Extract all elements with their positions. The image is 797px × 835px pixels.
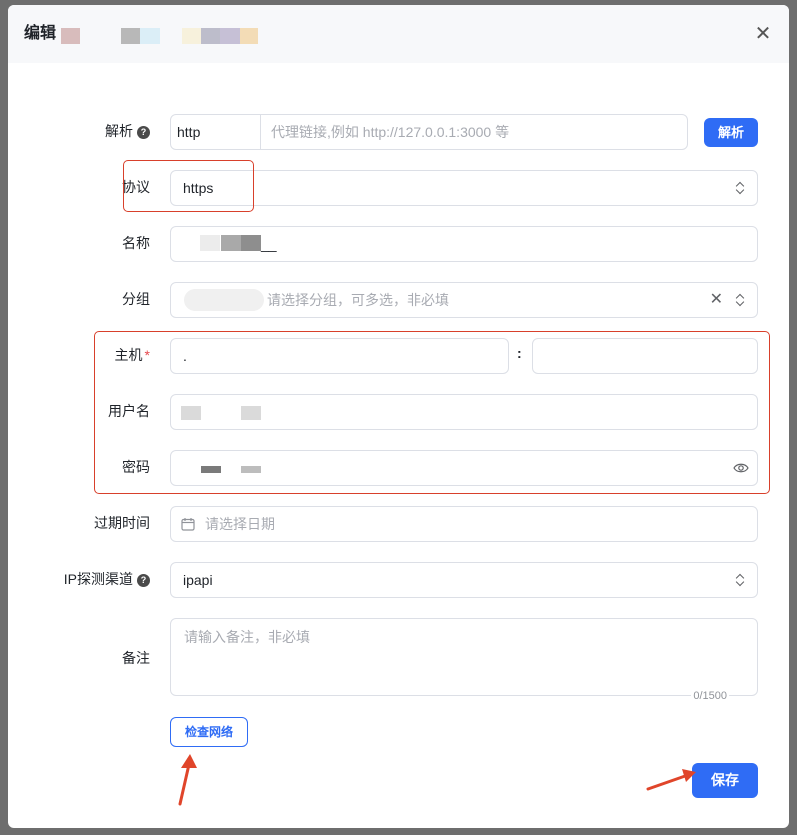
group-select[interactable]: 请选择分组，可多选，非必填 ✕ bbox=[170, 282, 758, 318]
annotation-arrow-check bbox=[178, 754, 197, 806]
redacted-block bbox=[220, 28, 240, 44]
remark-label: 备注 bbox=[122, 650, 150, 666]
redacted-block bbox=[182, 28, 201, 44]
parse-input-group: http 代理链接,例如 http://127.0.0.1:3000 等 bbox=[170, 114, 688, 150]
redacted-block bbox=[121, 28, 140, 44]
group-placeholder: 请选择分组，可多选，非必填 bbox=[267, 292, 449, 308]
remark-placeholder: 请输入备注，非必填 bbox=[184, 629, 310, 645]
redacted-block bbox=[61, 28, 80, 44]
name-input[interactable]: __ bbox=[170, 226, 758, 262]
close-icon[interactable]: ✕ bbox=[751, 22, 775, 46]
annotation-box-credentials bbox=[94, 331, 770, 494]
group-label: 分组 bbox=[122, 291, 150, 307]
chevron-updown-icon bbox=[735, 181, 745, 195]
parse-button[interactable]: 解析 bbox=[704, 118, 758, 147]
protocol-select[interactable]: https bbox=[170, 170, 758, 206]
redacted-block bbox=[200, 235, 220, 251]
check-network-button[interactable]: 检查网络 bbox=[170, 717, 248, 747]
redacted-block bbox=[140, 28, 160, 44]
expire-date-picker[interactable]: 请选择日期 bbox=[170, 506, 758, 542]
parse-prefix[interactable]: http bbox=[171, 115, 261, 149]
parse-prefix-value: http bbox=[177, 124, 201, 140]
chevron-updown-icon bbox=[735, 293, 745, 307]
save-button[interactable]: 保存 bbox=[692, 763, 758, 798]
chevron-updown-icon bbox=[735, 573, 745, 587]
ip-channel-label: IP探测渠道? bbox=[8, 569, 150, 589]
remark-counter: 0/1500 bbox=[691, 690, 729, 702]
name-value: __ bbox=[261, 236, 277, 252]
clear-icon[interactable]: ✕ bbox=[710, 289, 723, 311]
parse-label: 解析? bbox=[8, 121, 150, 141]
edit-dialog: 编辑 ✕ 解析? http 代理链接,例如 http://127.0.0.1:3… bbox=[8, 5, 789, 828]
help-icon[interactable]: ? bbox=[137, 126, 150, 139]
dialog-title: 编辑 bbox=[24, 25, 57, 42]
parse-url-input[interactable]: 代理链接,例如 http://127.0.0.1:3000 等 bbox=[271, 122, 509, 142]
annotation-arrow-save bbox=[646, 769, 696, 791]
ip-channel-select[interactable]: ipapi bbox=[170, 562, 758, 598]
name-label: 名称 bbox=[122, 235, 150, 251]
calendar-icon bbox=[181, 518, 195, 531]
redacted-block bbox=[240, 28, 258, 44]
help-icon[interactable]: ? bbox=[137, 574, 150, 587]
redacted-block bbox=[201, 28, 220, 44]
group-tag bbox=[184, 289, 264, 311]
ip-channel-value: ipapi bbox=[183, 572, 213, 588]
redacted-block bbox=[221, 235, 241, 251]
expire-placeholder: 请选择日期 bbox=[205, 516, 275, 532]
remark-textarea[interactable]: 请输入备注，非必填 0/1500 bbox=[170, 618, 758, 702]
redacted-block bbox=[241, 235, 261, 251]
dialog-header: 编辑 ✕ bbox=[8, 5, 789, 63]
expire-label: 过期时间 bbox=[94, 515, 150, 531]
annotation-box-protocol bbox=[123, 160, 254, 212]
